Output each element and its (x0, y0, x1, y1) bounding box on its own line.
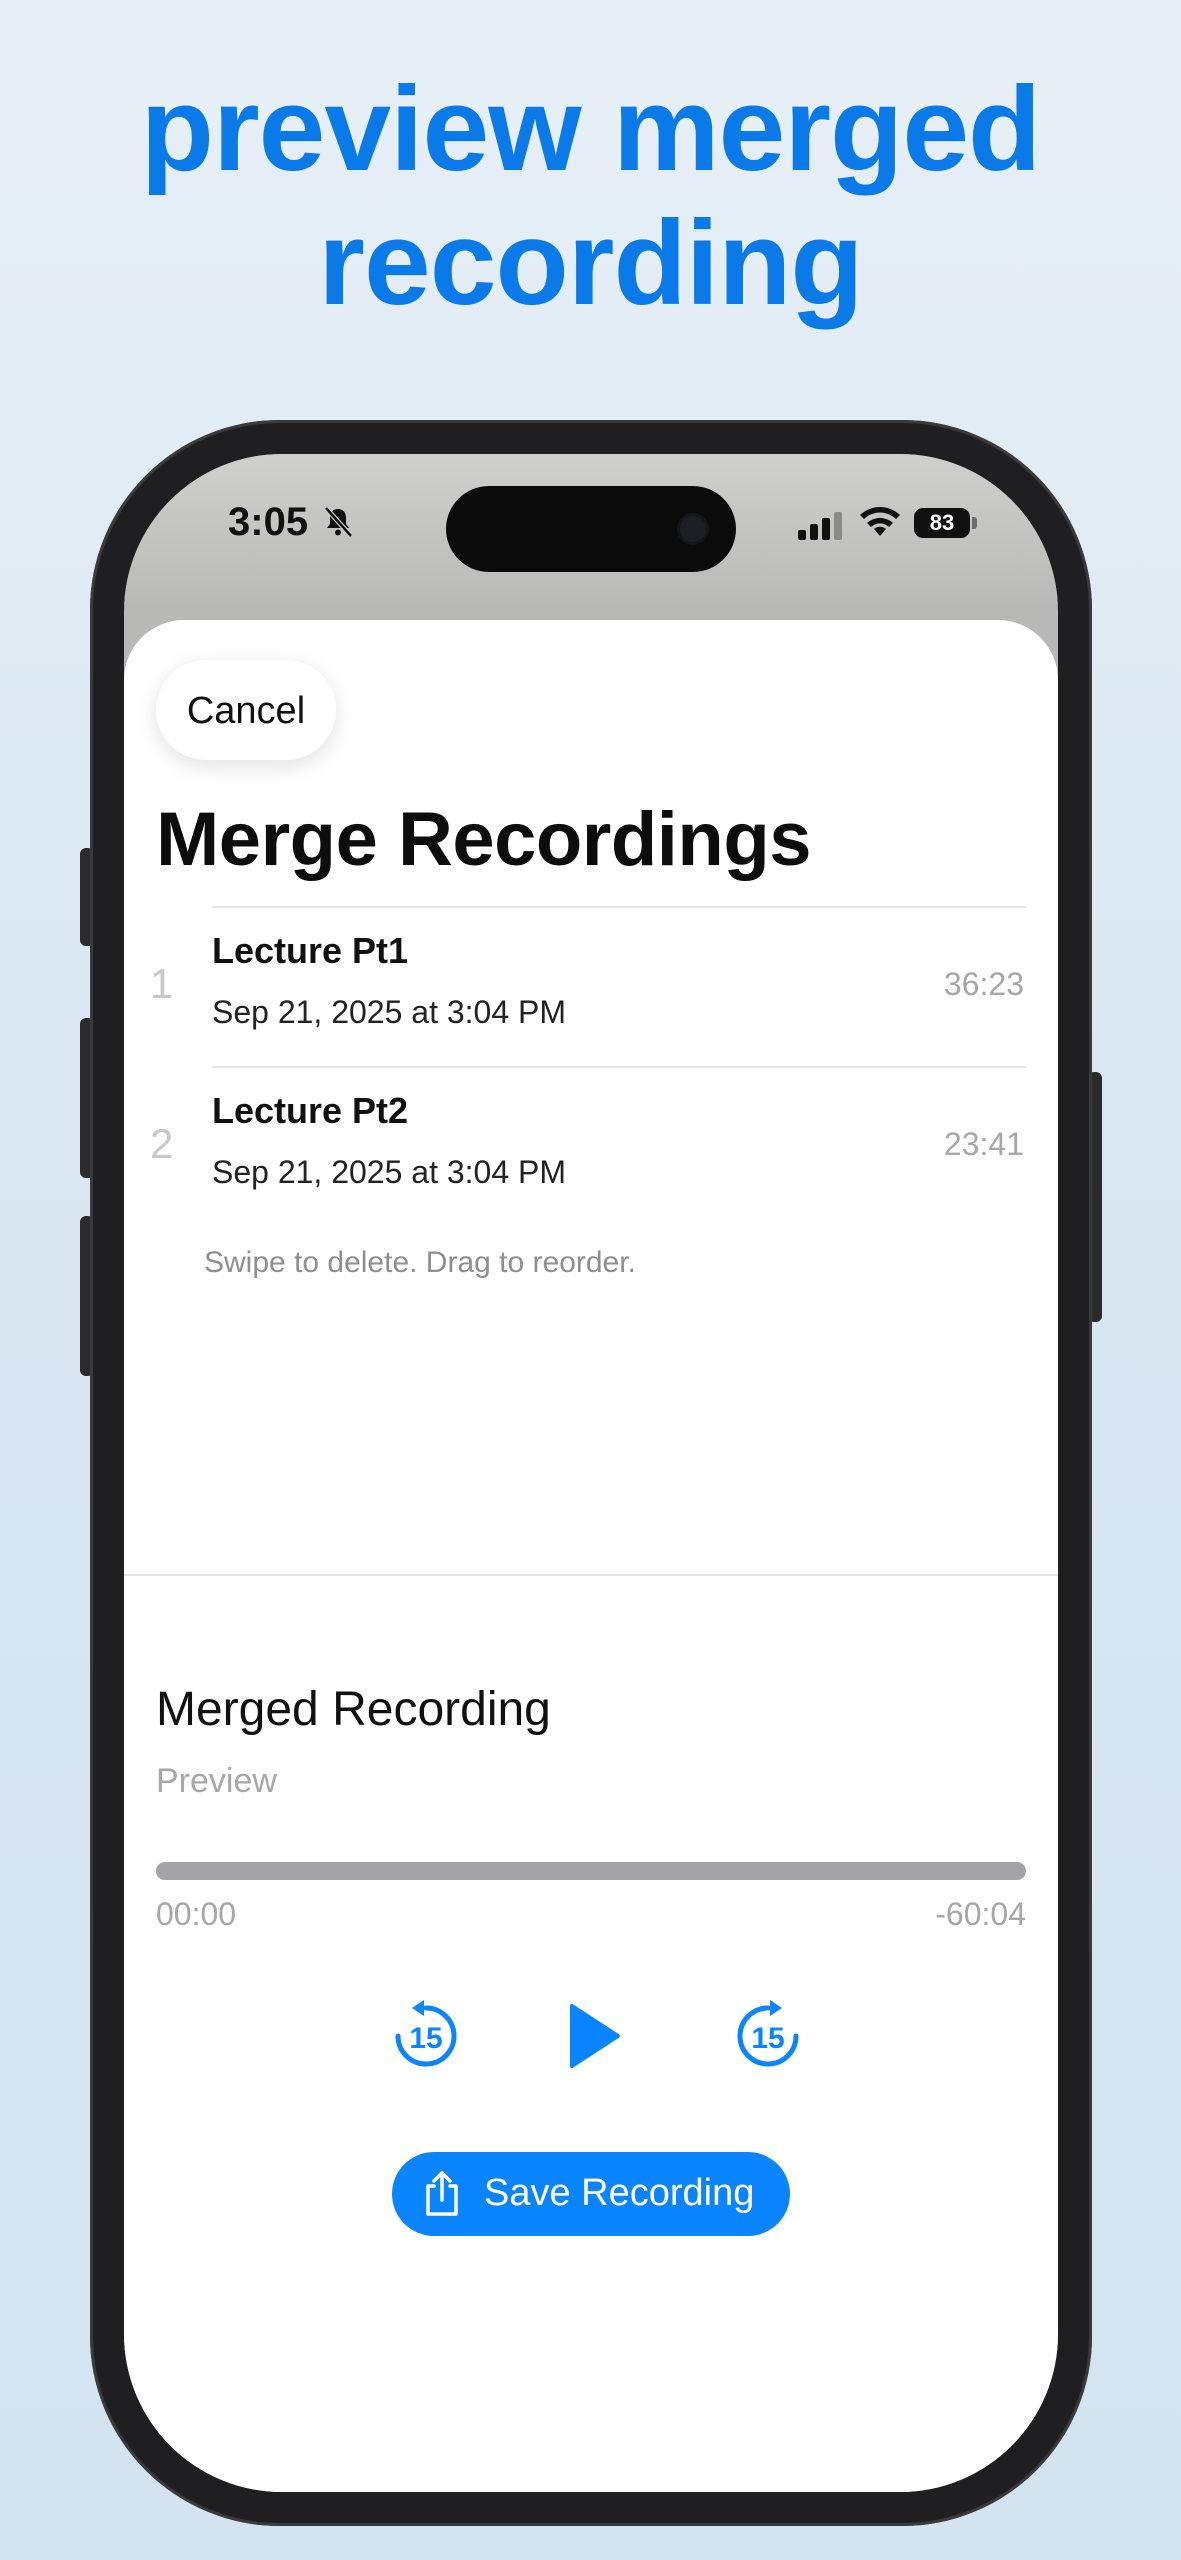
list-item[interactable]: 2 Lecture Pt2 Sep 21, 2025 at 3:04 PM 23… (124, 1068, 1058, 1228)
skip-forward-button[interactable]: 15 (728, 1996, 808, 2076)
wifi-icon (860, 507, 900, 536)
remaining-time: -60:04 (935, 1896, 1026, 1932)
save-recording-button[interactable]: Save Recording (392, 2152, 790, 2236)
recording-name: Lecture Pt2 (212, 1090, 409, 1131)
preview-title: Merged Recording (156, 1683, 551, 1736)
skip-back-seconds: 15 (409, 2022, 442, 2055)
cellular-signal-icon (798, 512, 842, 540)
recording-date: Sep 21, 2025 at 3:04 PM (212, 994, 567, 1030)
recording-date: Sep 21, 2025 at 3:04 PM (212, 1154, 567, 1190)
save-recording-label: Save Recording (484, 2172, 755, 2214)
skip-back-icon: 15 (395, 2000, 457, 2067)
recording-index: 2 (150, 1120, 174, 1167)
battery-icon: 83 (914, 508, 970, 538)
cancel-button[interactable]: Cancel (156, 660, 336, 760)
list-item[interactable]: 1 Lecture Pt1 Sep 21, 2025 at 3:04 PM 36… (124, 908, 1058, 1068)
recording-duration: 23:41 (943, 1126, 1024, 1162)
dynamic-island (446, 486, 736, 572)
skip-forward-seconds: 15 (751, 2022, 784, 2055)
phone-screen: 3:05 83 Cancel Merge Recordings 1 Lectur… (124, 454, 1058, 2492)
headline-line-1: preview merged (140, 62, 1042, 196)
play-button[interactable] (552, 1996, 632, 2076)
share-icon (426, 2171, 458, 2216)
status-bar: 3:05 83 (124, 454, 1058, 604)
recording-index: 1 (150, 960, 174, 1007)
playback-scrubber[interactable] (156, 1862, 1026, 1880)
battery-tip (972, 517, 977, 529)
recording-duration: 36:23 (943, 966, 1024, 1002)
merge-sheet: Cancel Merge Recordings 1 Lecture Pt1 Se… (124, 620, 1058, 2492)
front-camera (680, 516, 706, 542)
recording-name: Lecture Pt1 (212, 930, 409, 971)
elapsed-time: 00:00 (156, 1896, 237, 1932)
page-title: Merge Recordings (156, 797, 812, 882)
status-time: 3:05 (228, 500, 309, 544)
preview-subtitle: Preview (156, 1762, 277, 1800)
promo-headline: preview merged recording (0, 62, 1181, 330)
bell-slash-icon (324, 506, 353, 538)
preview-divider (124, 1574, 1058, 1576)
phone-frame: 3:05 83 Cancel Merge Recordings 1 Lectur… (90, 420, 1092, 2526)
headline-line-2: recording (318, 196, 863, 330)
skip-back-button[interactable]: 15 (386, 1996, 466, 2076)
play-icon (570, 2004, 620, 2068)
skip-forward-icon: 15 (737, 2000, 799, 2067)
list-hint: Swipe to delete. Drag to reorder. (204, 1246, 636, 1279)
